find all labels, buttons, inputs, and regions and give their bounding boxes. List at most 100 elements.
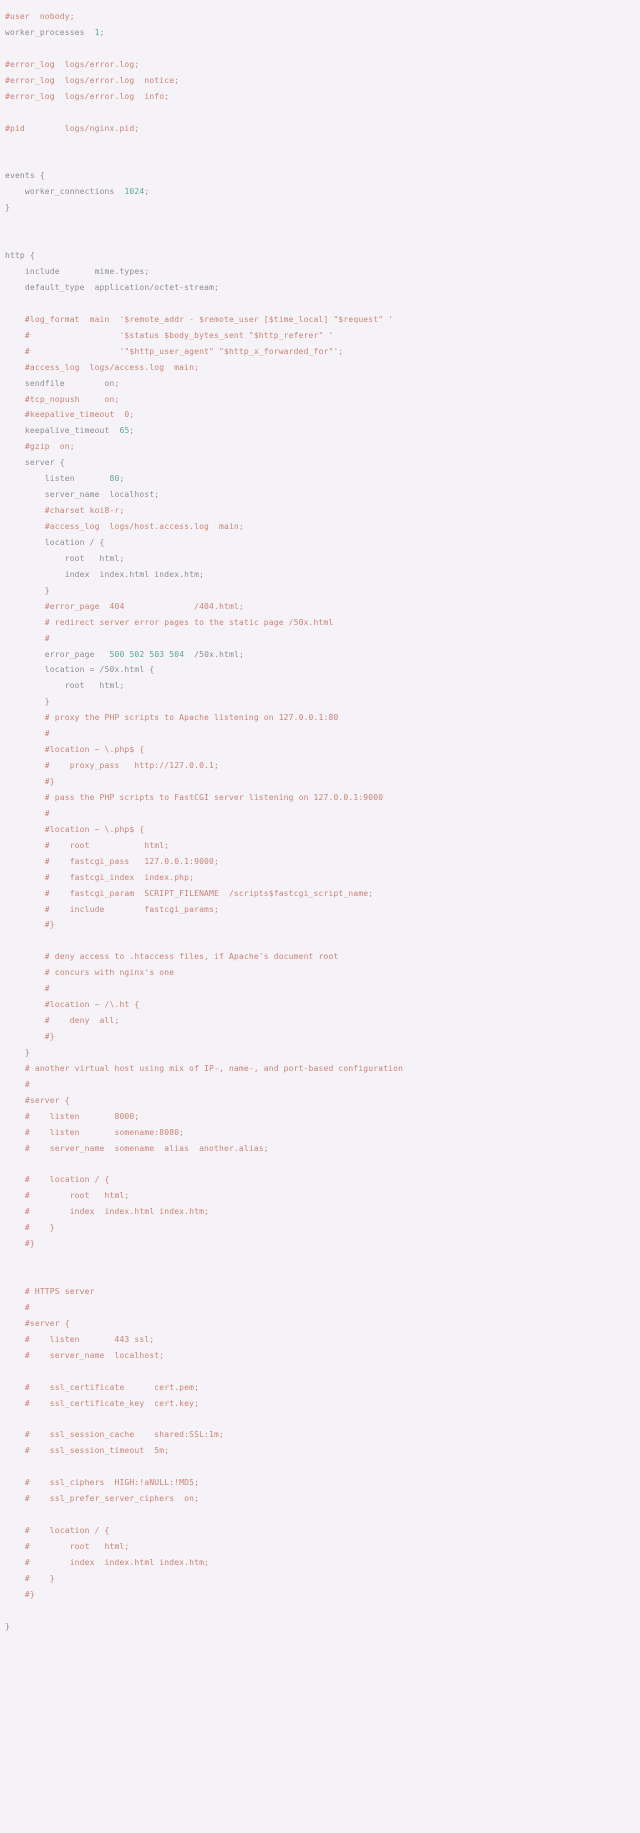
code-token-comment: # proxy_pass http://127.0.0.1; (5, 761, 219, 771)
code-line: #user nobody; (5, 9, 640, 25)
code-line: default_type application/octet-stream; (5, 280, 640, 296)
code-token-number: 1024 (124, 187, 145, 197)
code-line: # pass the PHP scripts to FastCGI server… (5, 790, 640, 806)
code-token-code: events { (5, 171, 45, 181)
code-line: # concurs with nginx's one (5, 965, 640, 981)
code-token-code: index index.html index.htm; (5, 569, 205, 579)
code-line: # ssl_certificate cert.pem; (5, 1380, 640, 1396)
code-line: #location ~ \.php$ { (5, 822, 640, 838)
code-token-comment: # (5, 729, 50, 739)
code-line: #tcp_nopush on; (5, 392, 640, 408)
code-token-comment: # ssl_prefer_server_ciphers on; (5, 1494, 200, 1504)
code-token-comment: #server { (5, 1095, 70, 1105)
code-token-number: 502 (129, 649, 145, 659)
code-token-comment: #} (5, 777, 55, 786)
code-token-comment: # concurs with nginx's one (5, 968, 175, 978)
code-token-comment: #keepalive_timeout 0; (5, 410, 135, 420)
code-line: # server_name somename alias another.ali… (5, 1141, 640, 1157)
code-line: #pid logs/nginx.pid; (5, 121, 640, 137)
code-token-comment: # redirect server error pages to the sta… (5, 617, 334, 627)
code-token-comment: # location / { (5, 1526, 110, 1536)
code-token-comment: #} (5, 920, 55, 930)
code-line: #} (5, 1236, 640, 1252)
code-line: keepalive_timeout 65; (5, 423, 640, 439)
code-line: # deny all; (5, 1013, 640, 1029)
code-token-comment: # listen 8000; (5, 1111, 140, 1121)
code-line: # (5, 981, 640, 997)
code-line: # (5, 1077, 640, 1093)
code-token-code: root html; (5, 553, 125, 563)
code-token-comment: #error_log logs/error.log notice; (5, 75, 180, 85)
code-token-code: ; (144, 187, 150, 197)
code-line: # index index.html index.htm; (5, 1204, 640, 1220)
code-line: #access_log logs/access.log main; (5, 360, 640, 376)
code-token-code: server { (5, 458, 65, 468)
code-line: # deny access to .htaccess files, if Apa… (5, 949, 640, 965)
code-line: # fastcgi_index index.php; (5, 870, 640, 886)
code-token-comment: # HTTPS server (5, 1287, 95, 1296)
code-line: # listen somename:8080; (5, 1125, 640, 1141)
code-token-comment: # listen 443 ssl; (5, 1334, 155, 1344)
code-line: # listen 8000; (5, 1109, 640, 1125)
code-token-code: } (5, 1047, 30, 1057)
code-token-comment: # ssl_certificate_key cert.key; (5, 1398, 200, 1408)
code-token-comment: #location ~ /\.ht { (5, 1000, 140, 1010)
code-token-comment: # index index.html index.htm; (5, 1557, 210, 1567)
code-line: # listen 443 ssl; (5, 1332, 640, 1348)
code-line: worker_connections 1024; (5, 184, 640, 200)
code-file-viewer[interactable]: #user nobody; worker_processes 1; #error_… (0, 0, 640, 1833)
code-token-comment: #} (5, 1239, 35, 1249)
code-line: # } (5, 1220, 640, 1236)
code-line: root html; (5, 678, 640, 694)
code-token-comment: # (5, 1302, 30, 1312)
code-token-comment: #user nobody; (5, 12, 75, 21)
code-token-comment: # pass the PHP scripts to FastCGI server… (5, 792, 384, 802)
code-line: # } (5, 1571, 640, 1587)
code-token-comment: #charset koi8-r; (5, 506, 125, 516)
code-token-comment: #error_log logs/error.log info; (5, 91, 170, 101)
code-line: } (5, 583, 640, 599)
code-token-code: worker_connections (5, 187, 125, 197)
code-token-comment: #error_page 404 /404.html; (5, 601, 244, 611)
code-line: # root html; (5, 1188, 640, 1204)
code-token-comment: # fastcgi_param SCRIPT_FILENAME /scripts… (5, 888, 374, 898)
code-token-comment: # index index.html index.htm; (5, 1207, 210, 1217)
code-token-comment: # root html; (5, 1191, 130, 1201)
code-line: # location / { (5, 1523, 640, 1539)
code-token-code: } (5, 1621, 10, 1631)
code-token-comment: # (5, 1079, 30, 1089)
code-line: server { (5, 455, 640, 471)
code-line: } (5, 1045, 640, 1061)
code-line: #error_page 404 /404.html; (5, 599, 640, 615)
code-line: } (5, 1619, 640, 1635)
code-token-comment: #log_format main '$remote_addr - $remote… (5, 314, 394, 324)
code-token-code: include mime.types; (5, 267, 150, 276)
code-line: # fastcgi_pass 127.0.0.1:9000; (5, 854, 640, 870)
code-line: #} (5, 1029, 640, 1045)
code-line: # ssl_prefer_server_ciphers on; (5, 1491, 640, 1507)
code-token-comment: # server_name somename alias another.ali… (5, 1143, 269, 1153)
code-line: # redirect server error pages to the sta… (5, 615, 640, 631)
code-line: # fastcgi_param SCRIPT_FILENAME /scripts… (5, 886, 640, 902)
code-line: # '$status $body_bytes_sent "$http_refer… (5, 328, 640, 344)
code-line: #} (5, 774, 640, 790)
code-line: # (5, 1300, 640, 1316)
code-token-comment: # root html; (5, 1542, 130, 1551)
code-token-number: 504 (169, 649, 185, 659)
code-line: #server { (5, 1093, 640, 1109)
code-token-code: server_name localhost; (5, 490, 160, 500)
code-line: root html; (5, 551, 640, 567)
code-token-code: /50x.html; (184, 649, 244, 659)
code-line: server_name localhost; (5, 487, 640, 503)
code-token-comment: # location / { (5, 1175, 110, 1185)
code-token-comment: # deny all; (5, 1016, 120, 1026)
